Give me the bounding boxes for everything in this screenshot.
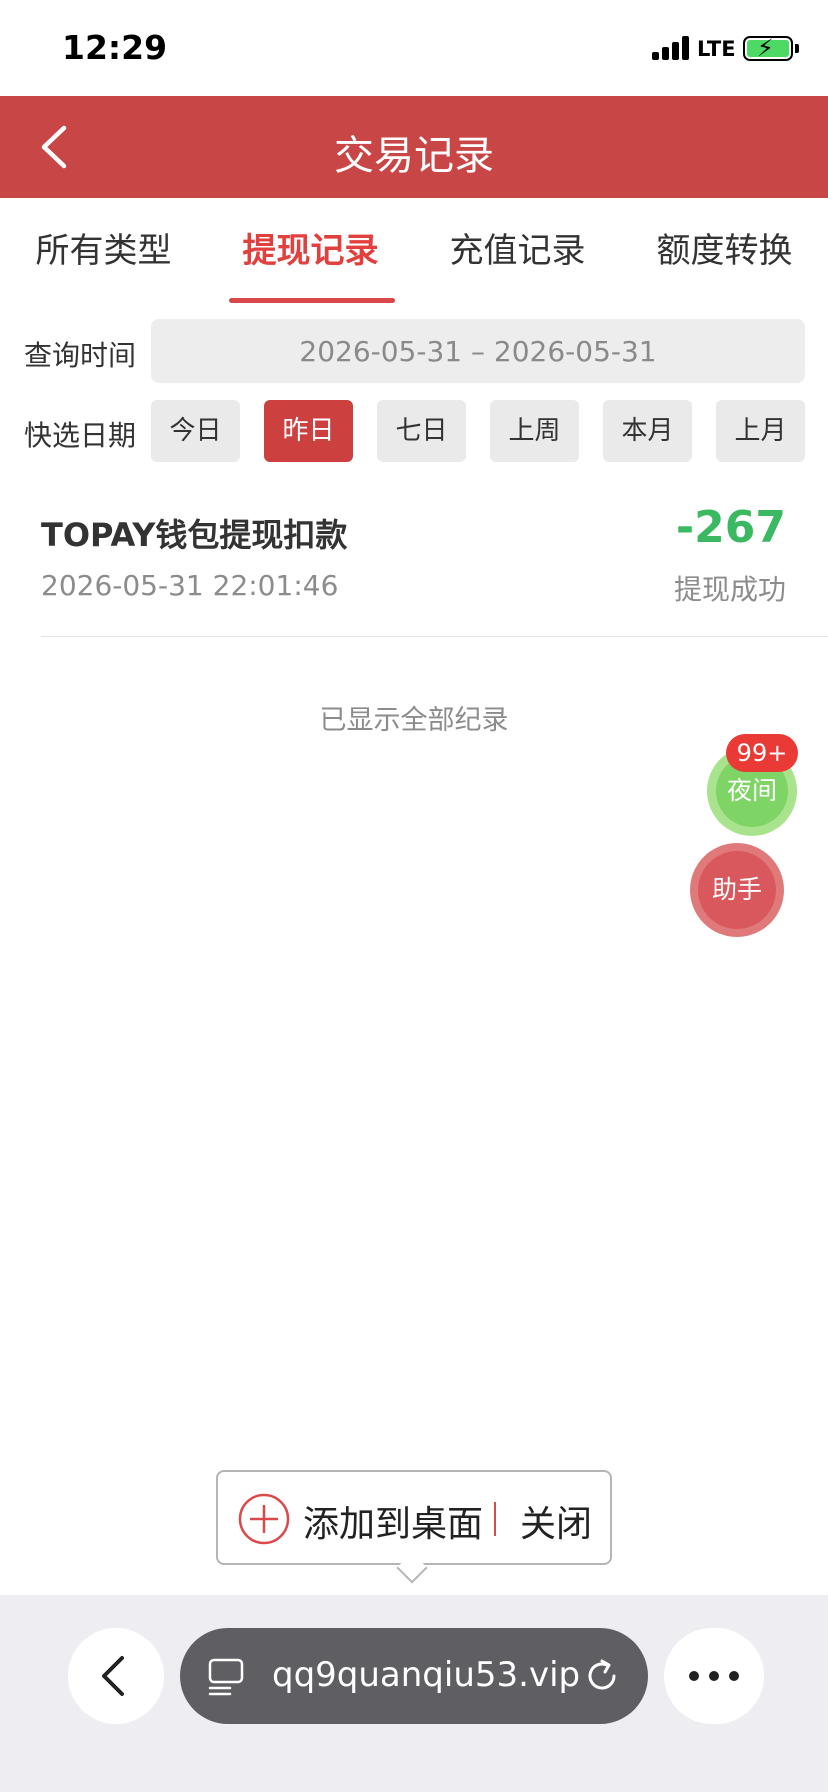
notification-badge: 99+	[726, 734, 798, 772]
add-to-home-popup: 添加到桌面 关闭	[216, 1470, 612, 1584]
quick-date-this-month[interactable]: 本月	[603, 400, 692, 462]
network-type: LTE	[697, 37, 736, 61]
close-popup-button[interactable]: 关闭	[520, 1495, 592, 1547]
helper-label: 助手	[698, 851, 776, 929]
add-circle-icon[interactable]	[238, 1493, 290, 1545]
helper-button[interactable]: 助手	[690, 843, 784, 937]
active-tab-indicator	[229, 298, 395, 303]
quick-date-last-week[interactable]: 上周	[490, 400, 579, 462]
date-range-picker[interactable]: 2026-05-31 – 2026-05-31	[151, 319, 805, 383]
page-icon	[208, 1658, 244, 1696]
tab-all-types[interactable]: 所有类型	[0, 198, 207, 304]
list-end-text: 已显示全部纪录	[319, 705, 509, 736]
quick-date-seven-days[interactable]: 七日	[377, 400, 466, 462]
more-icon	[689, 1671, 739, 1681]
quick-date-today[interactable]: 今日	[151, 400, 240, 462]
browser-toolbar: qq9quanqiu53.vip	[0, 1595, 828, 1792]
record-title: TOPAY钱包提现扣款	[41, 516, 348, 554]
divider	[41, 636, 828, 637]
tab-deposit-records[interactable]: 充值记录	[414, 198, 621, 304]
chevron-left-icon	[102, 1656, 124, 1696]
query-time-label: 查询时间	[24, 339, 137, 372]
date-range-value: 2026-05-31 – 2026-05-31	[299, 335, 657, 368]
status-bar: 12:29 LTE ⚡	[0, 0, 828, 96]
url-text: qq9quanqiu53.vip	[272, 1655, 581, 1695]
header: 交易记录	[0, 96, 828, 198]
tab-bar: 所有类型 提现记录 充值记录 额度转换	[0, 198, 828, 304]
popup-pointer	[396, 1552, 428, 1584]
record-amount: -267	[675, 502, 786, 553]
signal-icon	[652, 36, 692, 60]
status-time: 12:29	[62, 28, 168, 67]
tab-withdraw-records[interactable]: 提现记录	[207, 198, 414, 304]
quick-date-last-month[interactable]: 上月	[716, 400, 805, 462]
tab-quota-transfer[interactable]: 额度转换	[621, 198, 828, 304]
more-options-button[interactable]	[664, 1628, 764, 1724]
page-title: 交易记录	[334, 133, 494, 179]
address-bar[interactable]: qq9quanqiu53.vip	[180, 1628, 648, 1724]
reload-icon[interactable]	[582, 1656, 622, 1696]
battery-icon: ⚡	[743, 34, 799, 62]
quick-date-yesterday[interactable]: 昨日	[264, 400, 353, 462]
browser-back-button[interactable]	[68, 1628, 164, 1724]
record-status: 提现成功	[673, 573, 786, 606]
divider	[494, 1502, 496, 1536]
quick-date-label: 快选日期	[24, 419, 137, 452]
add-to-home-button[interactable]: 添加到桌面	[303, 1495, 483, 1547]
record-time: 2026-05-31 22:01:46	[41, 569, 339, 602]
